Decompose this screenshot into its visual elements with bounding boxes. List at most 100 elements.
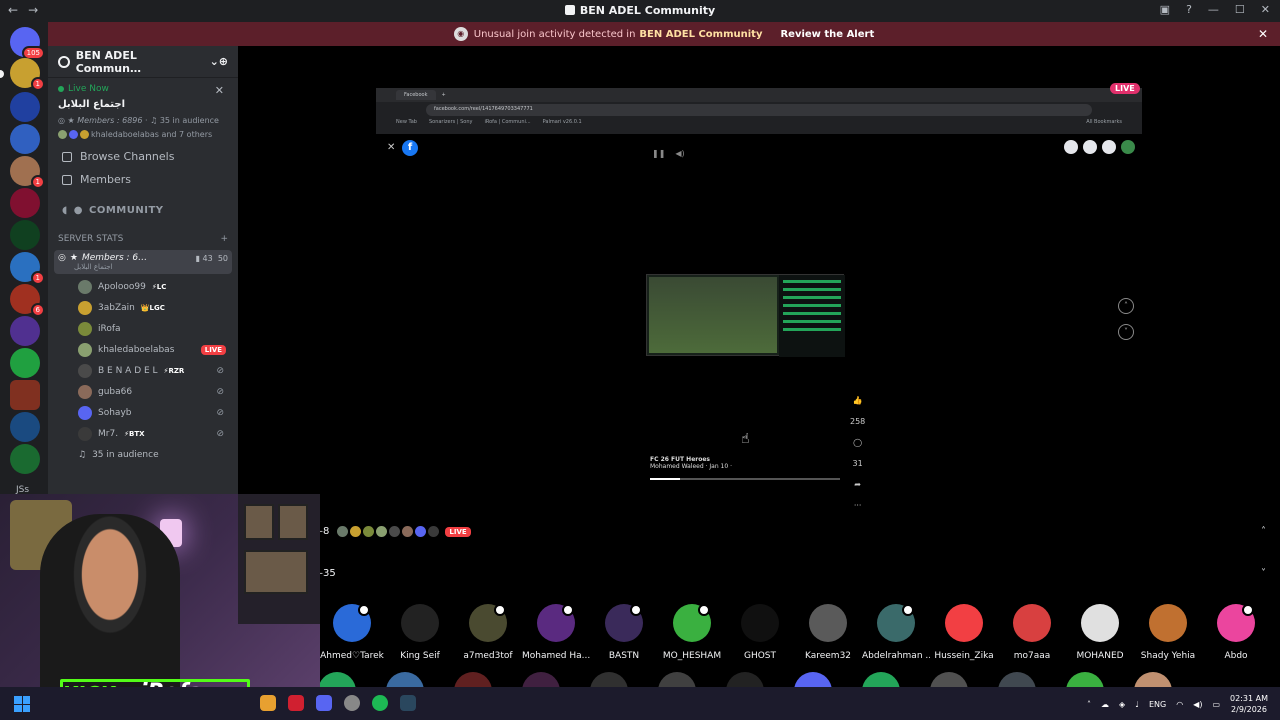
menu-grid-icon[interactable] xyxy=(1064,140,1078,154)
server-icon-11[interactable] xyxy=(10,380,40,410)
reel-more-icon[interactable]: ··· xyxy=(854,501,862,510)
audience-member[interactable]: Ahmed♡Tarek xyxy=(318,604,386,661)
audience-member[interactable]: GHOST xyxy=(726,604,794,661)
voice-user[interactable]: Apolooo99 ⚡LC xyxy=(48,276,238,297)
chevron-down-icon[interactable]: ⌄ xyxy=(210,55,219,68)
bookmark-item[interactable]: Sonarizers | Sony xyxy=(429,119,473,125)
spotify-icon[interactable] xyxy=(372,695,388,711)
voice-user[interactable]: Mr7. ⚡BTX ⊘ xyxy=(48,423,238,444)
server-icon-7[interactable]: 1 xyxy=(10,252,45,285)
audience-member[interactable]: Kareem32 xyxy=(794,604,862,661)
voice-user[interactable]: B E N A D E L ⚡RZR ⊘ xyxy=(48,360,238,381)
help-icon[interactable]: ? xyxy=(1186,3,1192,16)
audience-member[interactable]: Mohamed Ha... xyxy=(522,604,590,661)
server-icon-9[interactable] xyxy=(10,316,40,346)
server-header[interactable]: BEN ADEL Commun… ⌄ ⊕ xyxy=(48,46,238,78)
add-channel-icon[interactable]: + xyxy=(220,234,228,244)
audience-member[interactable]: Abdo xyxy=(1202,604,1270,661)
audience-member[interactable]: MO_HESHAM xyxy=(658,604,726,661)
audience-member[interactable]: Shady Yehia xyxy=(1134,604,1202,661)
voice-channel[interactable]: ◎ ★ Members : 6… ▮ 43 50 اجتماع البلابل xyxy=(54,250,232,274)
mic-icon[interactable]: ♩ xyxy=(1135,700,1139,709)
battery-icon[interactable]: ▭ xyxy=(1212,700,1220,709)
app-icon[interactable] xyxy=(288,695,304,711)
volume-tray-icon[interactable]: ◀) xyxy=(1193,700,1202,709)
audience-member[interactable]: a7med3tof xyxy=(454,604,522,661)
ea-server-icon[interactable] xyxy=(10,412,40,442)
pause-icon[interactable]: ❚❚ xyxy=(652,149,665,158)
server-icon-4[interactable]: 1 xyxy=(10,156,45,189)
server-icon-2[interactable] xyxy=(10,92,40,122)
live-streams-row[interactable]: – 8 LIVE ˄ xyxy=(318,526,1280,537)
bookmark-item[interactable]: New Tab xyxy=(396,119,417,125)
volume-icon[interactable]: ◀) xyxy=(675,149,684,158)
all-bookmarks[interactable]: All Bookmarks xyxy=(1086,119,1122,125)
screen-share-browser[interactable]: Facebook + facebook.com/reel/141764970334… xyxy=(376,88,1142,134)
bookmark-item[interactable]: iRofa | Communi... xyxy=(484,119,530,125)
reel-video[interactable] xyxy=(646,274,845,357)
server-icon-1[interactable]: 1 xyxy=(10,58,45,91)
chrome-icon[interactable] xyxy=(344,695,360,711)
discord-taskbar-icon[interactable] xyxy=(316,695,332,711)
chevron-up-icon[interactable]: ˄ xyxy=(1261,526,1266,537)
live-now-card[interactable]: Live Now ✕ اجتماع البلابل ◎ ★ Members : … xyxy=(48,78,238,145)
voice-user[interactable]: iRofa xyxy=(48,318,238,339)
close-window-icon[interactable]: ✕ xyxy=(1261,3,1270,16)
reel-progress[interactable] xyxy=(650,478,840,480)
voice-user[interactable]: guba66 ⊘ xyxy=(48,381,238,402)
new-tab-icon[interactable]: + xyxy=(442,92,446,98)
invite-people-icon[interactable]: ⊕ xyxy=(219,55,228,68)
inbox-icon[interactable]: ▣ xyxy=(1160,3,1170,16)
close-reel-icon[interactable]: ✕ xyxy=(387,142,395,153)
steam-icon[interactable] xyxy=(400,695,416,711)
next-reel-icon[interactable]: ˅ xyxy=(1118,324,1134,340)
clock[interactable]: 02:31 AM 2/9/2026 xyxy=(1230,693,1268,715)
profile-icon[interactable] xyxy=(1121,140,1135,154)
direct-messages-icon[interactable]: 105 xyxy=(10,27,45,60)
comment-icon[interactable]: ◯ xyxy=(853,438,862,447)
server-icon-3[interactable] xyxy=(10,124,40,154)
app-icon[interactable] xyxy=(260,695,276,711)
share-icon[interactable]: ➦ xyxy=(854,480,861,489)
server-icon-13[interactable] xyxy=(10,444,40,474)
bookmark-item[interactable]: Palmari v26.0.1 xyxy=(543,119,582,125)
minimize-icon[interactable]: — xyxy=(1208,3,1219,16)
close-live-icon[interactable]: ✕ xyxy=(215,84,224,97)
community-category[interactable]: ◖ ● COMMUNITY xyxy=(48,191,238,222)
server-stats-category[interactable]: SERVER STATS + xyxy=(48,222,238,248)
windows-start-icon[interactable] xyxy=(14,696,30,712)
audience-member[interactable]: Abdelrahman ... xyxy=(862,604,930,661)
audience-row[interactable]: ♫ 35 in audience xyxy=(48,444,238,465)
maximize-icon[interactable]: ☐ xyxy=(1235,3,1245,16)
server-icon-5[interactable] xyxy=(10,188,40,218)
voice-user[interactable]: 3abZain 👑LGC xyxy=(48,297,238,318)
tray-app-icon[interactable]: ☁ xyxy=(1101,700,1109,709)
browse-channels-item[interactable]: Browse Channels xyxy=(48,145,238,168)
audience-member[interactable]: mo7aaa xyxy=(998,604,1066,661)
like-icon[interactable]: 👍 xyxy=(853,396,863,405)
network-icon[interactable]: ◈ xyxy=(1119,700,1125,709)
language-indicator[interactable]: ENG xyxy=(1149,700,1166,709)
address-bar[interactable]: facebook.com/reel/1417649703347771 xyxy=(426,104,1092,116)
voice-user[interactable]: Sohayb ⊘ xyxy=(48,402,238,423)
audience-member[interactable]: BASTN xyxy=(590,604,658,661)
notifications-icon[interactable] xyxy=(1102,140,1116,154)
voice-user[interactable]: khaledaboelabas LIVE xyxy=(48,339,238,360)
wifi-icon[interactable]: ◠ xyxy=(1176,700,1183,709)
server-icon-8[interactable]: 6 xyxy=(10,284,45,317)
server-icon-6[interactable] xyxy=(10,220,40,250)
audience-member[interactable]: Hussein_Zika xyxy=(930,604,998,661)
review-alert-button[interactable]: Review the Alert xyxy=(780,29,874,40)
audience-member[interactable]: MOHANED xyxy=(1066,604,1134,661)
members-item[interactable]: Members xyxy=(48,168,238,191)
audience-member[interactable]: King Seif xyxy=(386,604,454,661)
previous-reel-icon[interactable]: ˄ xyxy=(1118,298,1134,314)
browser-tab[interactable]: Facebook xyxy=(396,90,436,100)
facebook-icon[interactable]: f xyxy=(402,140,418,156)
audience-section-header[interactable]: – 35 ˅ xyxy=(318,568,1280,579)
server-icon-10[interactable] xyxy=(10,348,40,378)
messenger-icon[interactable] xyxy=(1083,140,1097,154)
tray-chevron-icon[interactable]: ˄ xyxy=(1087,700,1091,709)
close-banner-icon[interactable]: ✕ xyxy=(1258,27,1268,41)
chevron-down-icon[interactable]: ˅ xyxy=(1261,568,1266,579)
